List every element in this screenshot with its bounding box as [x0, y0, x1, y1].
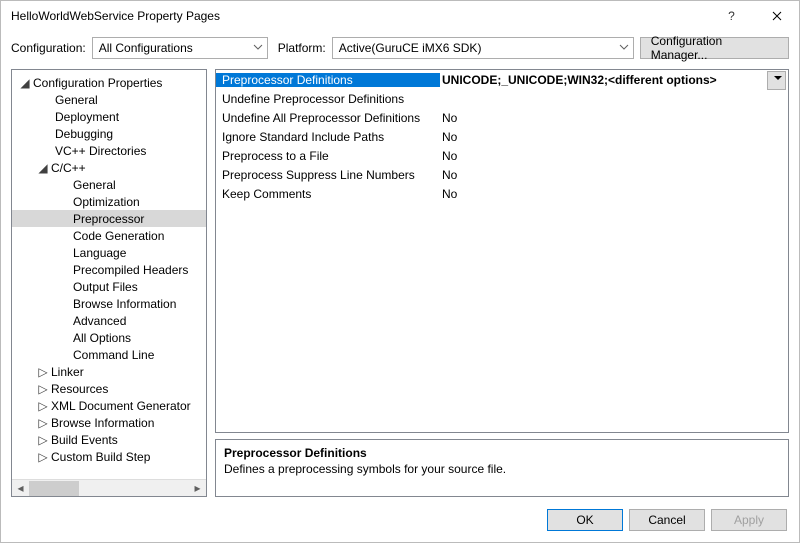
- right-panel: Preprocessor Definitions UNICODE;_UNICOD…: [215, 69, 789, 497]
- close-icon: [772, 11, 782, 21]
- description-panel: Preprocessor Definitions Defines a prepr…: [215, 439, 789, 497]
- tree-item-xmldoc[interactable]: ▷XML Document Generator: [12, 397, 206, 414]
- grid-row-preprocessor-definitions[interactable]: Preprocessor Definitions UNICODE;_UNICOD…: [216, 70, 788, 89]
- scroll-right-icon[interactable]: ▸: [189, 480, 206, 497]
- tree-item-cc-preprocessor[interactable]: Preprocessor: [12, 210, 206, 227]
- expand-icon[interactable]: ▷: [36, 399, 50, 413]
- scroll-thumb[interactable]: [29, 481, 79, 496]
- platform-combo[interactable]: Active(GuruCE iMX6 SDK): [332, 37, 634, 59]
- close-button[interactable]: [754, 1, 799, 31]
- grid-val[interactable]: No: [440, 168, 788, 182]
- configuration-manager-button[interactable]: Configuration Manager...: [640, 37, 789, 59]
- tree-item-cc-browse[interactable]: Browse Information: [12, 295, 206, 312]
- tree-item-cc-alloptions[interactable]: All Options: [12, 329, 206, 346]
- grid-row-keep-comments[interactable]: Keep Comments No: [216, 184, 788, 203]
- grid-row-ignore-std-include[interactable]: Ignore Standard Include Paths No: [216, 127, 788, 146]
- configuration-value: All Configurations: [99, 41, 193, 55]
- grid-val[interactable]: UNICODE;_UNICODE;WIN32;<different option…: [440, 73, 788, 87]
- expand-icon[interactable]: ▷: [36, 433, 50, 447]
- tree[interactable]: ◢Configuration Properties General Deploy…: [12, 70, 206, 479]
- tree-item-buildevents[interactable]: ▷Build Events: [12, 431, 206, 448]
- toolbar: Configuration: All Configurations Platfo…: [1, 31, 799, 69]
- tree-item-custombuild[interactable]: ▷Custom Build Step: [12, 448, 206, 465]
- collapse-icon[interactable]: ◢: [36, 161, 50, 175]
- tree-item-linker[interactable]: ▷Linker: [12, 363, 206, 380]
- description-text: Defines a preprocessing symbols for your…: [224, 462, 780, 476]
- grid-val[interactable]: No: [440, 111, 788, 125]
- titlebar: HelloWorldWebService Property Pages ?: [1, 1, 799, 31]
- grid-prop: Ignore Standard Include Paths: [216, 130, 440, 144]
- ok-button[interactable]: OK: [547, 509, 623, 531]
- tree-item-cc-language[interactable]: Language: [12, 244, 206, 261]
- grid-row-undefine-defs[interactable]: Undefine Preprocessor Definitions: [216, 89, 788, 108]
- grid-prop: Preprocess Suppress Line Numbers: [216, 168, 440, 182]
- expand-icon[interactable]: ▷: [36, 450, 50, 464]
- scroll-left-icon[interactable]: ◂: [12, 480, 29, 497]
- grid-val[interactable]: No: [440, 149, 788, 163]
- tree-item-browseinfo[interactable]: ▷Browse Information: [12, 414, 206, 431]
- tree-item-cc-output[interactable]: Output Files: [12, 278, 206, 295]
- cancel-button[interactable]: Cancel: [629, 509, 705, 531]
- tree-item-vcdirs[interactable]: VC++ Directories: [12, 142, 206, 159]
- tree-item-debugging[interactable]: Debugging: [12, 125, 206, 142]
- expand-icon[interactable]: ▷: [36, 416, 50, 430]
- description-heading: Preprocessor Definitions: [224, 446, 780, 460]
- expand-icon[interactable]: ▷: [36, 382, 50, 396]
- grid-prop: Keep Comments: [216, 187, 440, 201]
- configuration-label: Configuration:: [11, 41, 86, 55]
- grid-val[interactable]: No: [440, 130, 788, 144]
- configuration-combo[interactable]: All Configurations: [92, 37, 268, 59]
- chevron-down-icon: [253, 42, 263, 52]
- tree-item-cc-optimization[interactable]: Optimization: [12, 193, 206, 210]
- property-grid[interactable]: Preprocessor Definitions UNICODE;_UNICOD…: [215, 69, 789, 433]
- collapse-icon[interactable]: ◢: [18, 76, 32, 90]
- expand-icon[interactable]: ▷: [36, 365, 50, 379]
- window-title: HelloWorldWebService Property Pages: [11, 9, 709, 23]
- tree-item-general[interactable]: General: [12, 91, 206, 108]
- tree-item-cc[interactable]: ◢C/C++: [12, 159, 206, 176]
- platform-value: Active(GuruCE iMX6 SDK): [339, 41, 482, 55]
- apply-button[interactable]: Apply: [711, 509, 787, 531]
- grid-prop: Preprocessor Definitions: [216, 73, 440, 87]
- tree-item-cc-codegen[interactable]: Code Generation: [12, 227, 206, 244]
- tree-item-cc-general[interactable]: General: [12, 176, 206, 193]
- tree-item-cc-advanced[interactable]: Advanced: [12, 312, 206, 329]
- grid-row-undefine-all[interactable]: Undefine All Preprocessor Definitions No: [216, 108, 788, 127]
- platform-label: Platform:: [278, 41, 326, 55]
- grid-val[interactable]: No: [440, 187, 788, 201]
- tree-panel: ◢Configuration Properties General Deploy…: [11, 69, 207, 497]
- grid-prop: Preprocess to a File: [216, 149, 440, 163]
- grid-prop: Undefine All Preprocessor Definitions: [216, 111, 440, 125]
- tree-item-resources[interactable]: ▷Resources: [12, 380, 206, 397]
- footer: OK Cancel Apply: [1, 503, 799, 531]
- dropdown-icon[interactable]: [774, 76, 782, 80]
- grid-row-suppress-linenums[interactable]: Preprocess Suppress Line Numbers No: [216, 165, 788, 184]
- tree-item-cc-cmdline[interactable]: Command Line: [12, 346, 206, 363]
- tree-root[interactable]: ◢Configuration Properties: [12, 74, 206, 91]
- help-button[interactable]: ?: [709, 1, 754, 31]
- tree-horizontal-scrollbar[interactable]: ◂ ▸: [12, 479, 206, 496]
- tree-item-cc-pch[interactable]: Precompiled Headers: [12, 261, 206, 278]
- configuration-manager-label: Configuration Manager...: [651, 34, 778, 62]
- chevron-down-icon: [619, 42, 629, 52]
- grid-row-preprocess-to-file[interactable]: Preprocess to a File No: [216, 146, 788, 165]
- tree-item-deployment[interactable]: Deployment: [12, 108, 206, 125]
- grid-prop: Undefine Preprocessor Definitions: [216, 92, 440, 106]
- main-area: ◢Configuration Properties General Deploy…: [1, 69, 799, 503]
